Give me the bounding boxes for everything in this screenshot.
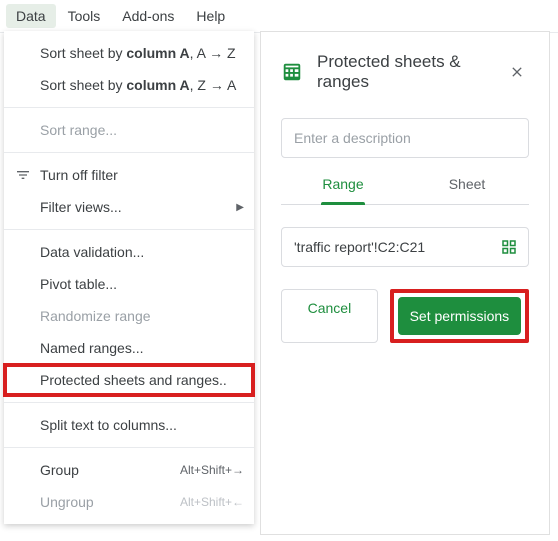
range-input[interactable] (281, 227, 529, 267)
menu-named-ranges[interactable]: Named ranges... (4, 332, 254, 364)
tabs: Range Sheet (281, 176, 529, 205)
menu-sort-za[interactable]: Sort sheet by column A, Z → A (4, 69, 254, 101)
panel-title: Protected sheets & ranges (317, 52, 491, 92)
label: Split text to columns... (40, 417, 177, 433)
label: Filter views... (40, 199, 122, 215)
grid-icon (500, 238, 518, 256)
set-permissions-button[interactable]: Set permissions (398, 297, 521, 335)
menu-help[interactable]: Help (186, 4, 235, 28)
sheets-icon (281, 61, 303, 83)
filter-icon (14, 166, 32, 184)
set-permissions-highlight: Set permissions (390, 289, 529, 343)
menu-tools[interactable]: Tools (58, 4, 111, 28)
label: Randomize range (40, 308, 151, 324)
menu-addons[interactable]: Add-ons (112, 4, 184, 28)
menu-split-text[interactable]: Split text to columns... (4, 409, 254, 441)
menu-sort-az[interactable]: Sort sheet by column A, A → Z (4, 37, 254, 69)
button-row: Cancel Set permissions (281, 289, 529, 343)
select-range-button[interactable] (499, 237, 519, 257)
protected-sheets-panel: Protected sheets & ranges Range Sheet Ca… (260, 31, 550, 535)
tab-sheet[interactable]: Sheet (405, 176, 529, 204)
menubar: Data Tools Add-ons Help (0, 0, 558, 33)
label: Sort sheet by column A, Z → A (40, 77, 236, 93)
menu-turn-off-filter[interactable]: Turn off filter (4, 159, 254, 191)
menu-filter-views[interactable]: Filter views... ▶ (4, 191, 254, 223)
label: Sort range... (40, 122, 117, 138)
label: Sort sheet by column A, A → Z (40, 45, 236, 61)
submenu-arrow-icon: ▶ (236, 202, 244, 213)
separator (4, 107, 254, 108)
close-icon (509, 64, 525, 80)
close-button[interactable] (505, 60, 529, 84)
label: Protected sheets and ranges.. (40, 372, 227, 388)
menu-sort-range: Sort range... (4, 114, 254, 146)
menu-randomize-range: Randomize range (4, 300, 254, 332)
range-field (281, 227, 529, 267)
shortcut: Alt+Shift+→ (180, 463, 244, 477)
separator (4, 229, 254, 230)
menu-data[interactable]: Data (6, 4, 56, 28)
label: Turn off filter (40, 167, 118, 183)
menu-protected-sheets[interactable]: Protected sheets and ranges.. (4, 364, 254, 396)
separator (4, 152, 254, 153)
label: Ungroup (40, 494, 94, 510)
menu-group[interactable]: Group Alt+Shift+→ (4, 454, 254, 486)
label: Pivot table... (40, 276, 117, 292)
tab-range[interactable]: Range (281, 176, 405, 204)
menu-data-validation[interactable]: Data validation... (4, 236, 254, 268)
label: Group (40, 462, 79, 478)
cancel-button[interactable]: Cancel (281, 289, 378, 343)
data-dropdown: Sort sheet by column A, A → Z Sort sheet… (4, 31, 254, 524)
shortcut: Alt+Shift+← (180, 495, 244, 509)
menu-ungroup: Ungroup Alt+Shift+← (4, 486, 254, 518)
menu-pivot-table[interactable]: Pivot table... (4, 268, 254, 300)
separator (4, 447, 254, 448)
label: Data validation... (40, 244, 144, 260)
description-input[interactable] (281, 118, 529, 158)
label: Named ranges... (40, 340, 144, 356)
panel-header: Protected sheets & ranges (281, 52, 529, 92)
separator (4, 402, 254, 403)
